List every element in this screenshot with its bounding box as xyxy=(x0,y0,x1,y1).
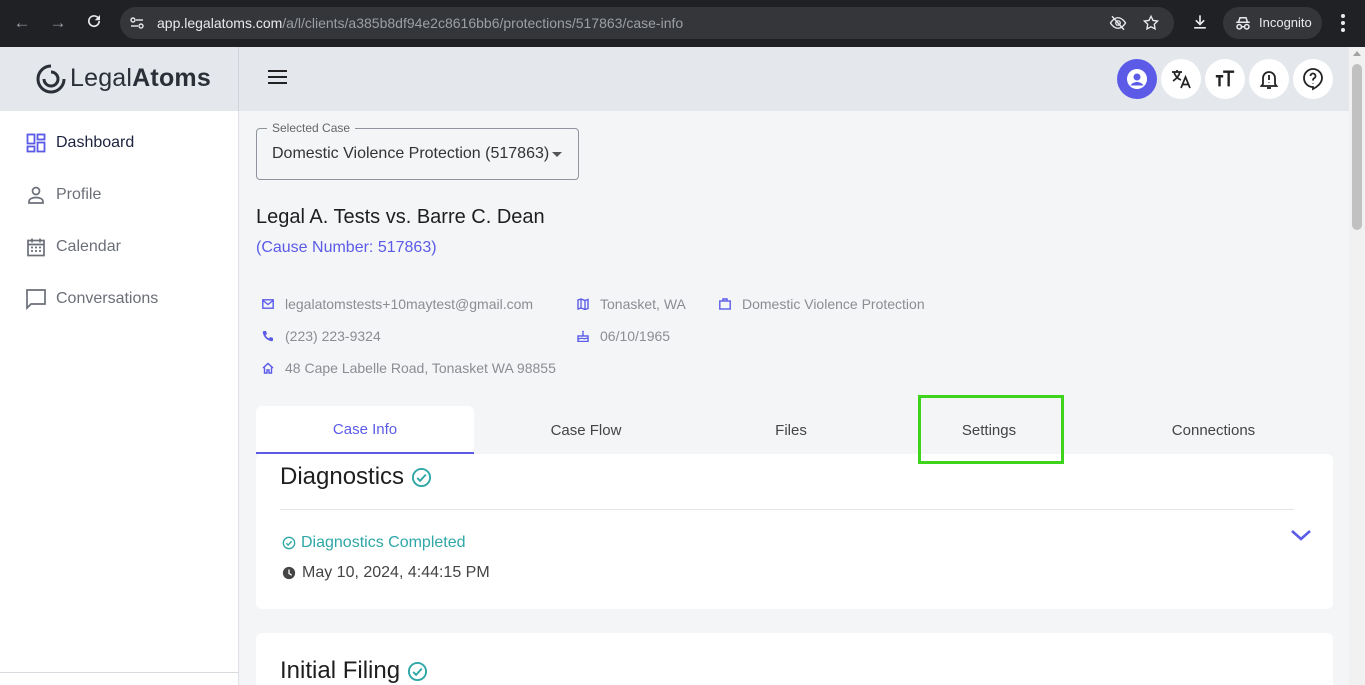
text-size-button[interactable] xyxy=(1205,59,1245,99)
help-icon xyxy=(1303,68,1323,91)
diagnostics-status-text: Diagnostics Completed xyxy=(301,534,466,551)
mail-icon xyxy=(262,298,274,310)
reload-icon[interactable] xyxy=(83,12,105,34)
case-address-text: 48 Cape Labelle Road, Tonasket WA 98855 xyxy=(285,360,556,376)
translate-icon xyxy=(1172,70,1191,89)
tab-case-info[interactable]: Case Info xyxy=(256,406,474,454)
eye-off-icon[interactable] xyxy=(1109,14,1127,32)
cause-number: (Cause Number: 517863) xyxy=(256,239,437,256)
case-address: 48 Cape Labelle Road, Tonasket WA 98855 xyxy=(262,360,556,376)
case-select[interactable]: Selected Case Domestic Violence Protecti… xyxy=(256,121,579,180)
check-circle-icon xyxy=(408,661,428,681)
address-bar[interactable]: app.legalatoms.com/a/l/clients/a385b8df9… xyxy=(120,7,1174,39)
case-birthdate: 06/10/1965 xyxy=(577,328,670,344)
sidebar-item-dashboard[interactable]: Dashboard xyxy=(24,128,134,158)
notifications-icon xyxy=(1259,71,1279,89)
brand-logo[interactable]: LegalAtoms xyxy=(0,47,239,111)
chevron-down-icon[interactable] xyxy=(1289,527,1313,543)
scroll-up-arrow-icon[interactable] xyxy=(1353,51,1361,56)
sidebar-item-conversations[interactable]: Conversations xyxy=(24,284,158,314)
card-divider xyxy=(280,509,1294,510)
star-icon[interactable] xyxy=(1142,14,1160,32)
brand-name: LegalAtoms xyxy=(70,64,211,92)
map-icon xyxy=(577,298,589,310)
diagnostics-status: Diagnostics Completed xyxy=(282,534,466,552)
chat-icon xyxy=(24,287,48,311)
case-type: Domestic Violence Protection xyxy=(719,296,925,312)
case-tabs: Case Info Case Flow Files Settings Conne… xyxy=(256,406,1333,454)
diagnostics-timestamp-text: May 10, 2024, 4:44:15 PM xyxy=(302,564,490,581)
main-content: Selected Case Domestic Violence Protecti… xyxy=(240,111,1349,685)
phone-icon xyxy=(262,330,274,342)
incognito-icon xyxy=(1236,17,1250,30)
diagnostics-card: Diagnostics Diagnostics Completed May 10… xyxy=(256,454,1333,609)
person-icon xyxy=(24,183,48,207)
tab-case-flow[interactable]: Case Flow xyxy=(474,406,698,454)
diagnostics-timestamp: May 10, 2024, 4:44:15 PM xyxy=(282,564,490,582)
case-email: legalatomstests+10maytest@gmail.com xyxy=(262,296,533,312)
check-circle-icon xyxy=(282,536,296,550)
case-email-text: legalatomstests+10maytest@gmail.com xyxy=(285,296,534,312)
download-icon[interactable] xyxy=(1190,12,1210,32)
case-title: Legal A. Tests vs. Barre C. Dean xyxy=(256,206,545,228)
sidebar-item-label: Conversations xyxy=(56,290,159,307)
briefcase-icon xyxy=(719,298,731,310)
dashboard-icon xyxy=(24,131,48,155)
translate-button[interactable] xyxy=(1161,59,1201,99)
text-size-icon xyxy=(1215,70,1235,87)
incognito-label: Incognito xyxy=(1259,15,1312,30)
case-type-text: Domestic Violence Protection xyxy=(742,296,925,312)
case-select-value: Domestic Violence Protection (517863) xyxy=(272,145,550,162)
case-phone-text: (223) 223-9324 xyxy=(285,328,381,344)
settings-tab-highlight xyxy=(918,395,1064,464)
menu-icon[interactable] xyxy=(1336,12,1350,34)
chevron-down-icon xyxy=(552,152,562,157)
check-circle-icon xyxy=(412,467,432,487)
case-location: Tonasket, WA xyxy=(577,296,686,312)
browser-toolbar: ← → app.legalatoms.com/a/l/clients/a385b… xyxy=(0,0,1365,47)
scrollbar-thumb[interactable] xyxy=(1352,64,1362,230)
sidebar-item-calendar[interactable]: Calendar xyxy=(24,232,121,262)
calendar-icon xyxy=(24,235,48,259)
diagnostics-title: Diagnostics xyxy=(280,463,432,491)
legalatoms-logo-icon xyxy=(36,64,66,94)
account-button[interactable] xyxy=(1117,59,1157,99)
sidebar-item-label: Profile xyxy=(56,186,102,203)
home-icon xyxy=(262,362,274,374)
initial-filing-title: Initial Filing xyxy=(280,657,428,685)
case-select-label: Selected Case xyxy=(267,121,356,135)
page-scrollbar[interactable] xyxy=(1349,47,1365,685)
tab-connections[interactable]: Connections xyxy=(1094,406,1333,454)
url-text: app.legalatoms.com/a/l/clients/a385b8df9… xyxy=(157,15,684,31)
incognito-indicator[interactable]: Incognito xyxy=(1223,7,1322,39)
sidebar: Dashboard Profile Calendar Conversations xyxy=(0,111,239,685)
back-icon[interactable]: ← xyxy=(11,12,33,34)
initial-filing-title-text: Initial Filing xyxy=(280,657,401,684)
case-phone: (223) 223-9324 xyxy=(262,328,381,344)
clock-icon xyxy=(282,566,296,580)
diagnostics-title-text: Diagnostics xyxy=(280,463,405,490)
help-button[interactable] xyxy=(1293,59,1333,99)
site-info-icon[interactable] xyxy=(129,15,145,31)
sidebar-item-label: Calendar xyxy=(56,238,121,255)
tab-files[interactable]: Files xyxy=(698,406,884,454)
sidebar-item-label: Dashboard xyxy=(56,134,135,151)
case-birthdate-text: 06/10/1965 xyxy=(600,328,671,344)
hamburger-menu-icon[interactable] xyxy=(268,70,288,88)
account-icon xyxy=(1127,69,1147,89)
sidebar-footer-divider xyxy=(0,672,239,673)
sidebar-item-profile[interactable]: Profile xyxy=(24,180,101,210)
notifications-button[interactable] xyxy=(1249,59,1289,99)
forward-icon[interactable]: → xyxy=(47,12,69,34)
case-location-text: Tonasket, WA xyxy=(600,296,686,312)
cake-icon xyxy=(577,330,589,342)
app-header: LegalAtoms xyxy=(0,47,1349,111)
initial-filing-card: Initial Filing xyxy=(256,633,1333,685)
